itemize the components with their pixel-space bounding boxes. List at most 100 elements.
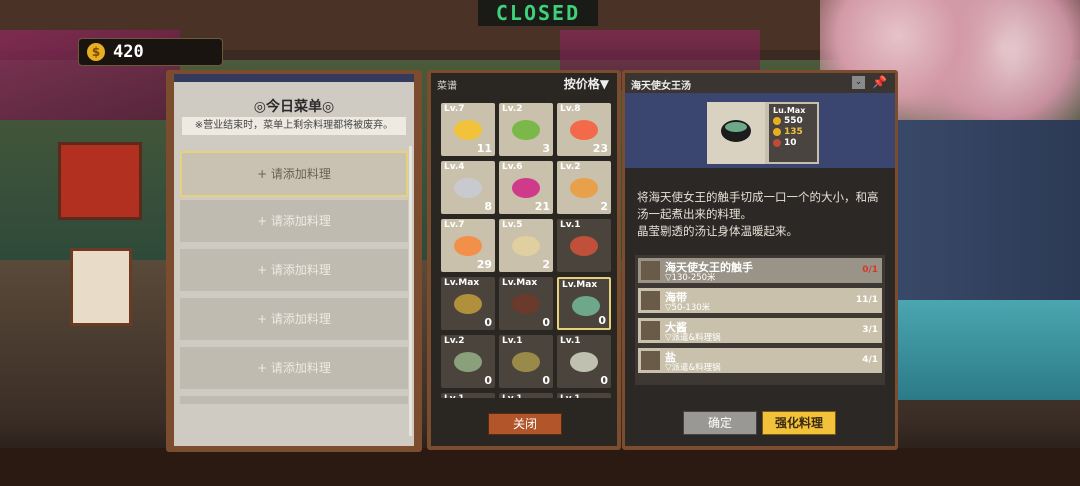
recipe-count: 29 bbox=[476, 258, 492, 271]
ingredient-list: 海天使女王的触手 ▽130-250米 0/1 海带 ▽50-130米 11/1 大酱 ▽派遣&… bbox=[635, 255, 885, 385]
appeal-icon bbox=[773, 128, 781, 136]
recipe-card[interactable]: Lv.1 0 bbox=[499, 335, 553, 388]
recipe-count: 3 bbox=[542, 142, 550, 155]
recipe-level: Lv.7 bbox=[444, 104, 465, 114]
pin-icon[interactable]: 📌 bbox=[872, 75, 887, 89]
dish-icon bbox=[512, 294, 540, 314]
closed-sign: CLOSED bbox=[478, 0, 598, 26]
price-row: 550 bbox=[773, 116, 817, 126]
recipe-count: 0 bbox=[484, 316, 492, 329]
recipe-level: Lv.1 bbox=[502, 336, 523, 346]
recipe-level: Lv.Max bbox=[502, 278, 538, 288]
recipe-card[interactable]: Lv.Max 0 bbox=[441, 277, 495, 330]
recipe-level: Lv.6 bbox=[502, 162, 523, 172]
dish-title: 海天使女王汤 bbox=[631, 81, 691, 92]
ingredient-icon bbox=[641, 351, 660, 370]
dish-icon bbox=[570, 120, 598, 140]
confirm-button[interactable]: 确定 bbox=[683, 411, 757, 435]
dish-icon bbox=[512, 178, 540, 198]
recipe-panel-body: 菜谱 按价格▼ Lv.7 11 Lv.2 3 Lv.8 23 Lv.4 8 Lv.6 21 Lv.2… bbox=[431, 73, 617, 446]
dish-level: Lu.Max bbox=[773, 106, 806, 115]
dish-icon bbox=[570, 236, 598, 256]
recipe-level: Lv.1 bbox=[560, 336, 581, 346]
recipe-level: Lv.7 bbox=[444, 220, 465, 230]
menu-slot[interactable]: + 请添加料理 bbox=[180, 298, 408, 340]
recipe-count: 0 bbox=[484, 374, 492, 387]
menu-slot-partial bbox=[180, 396, 408, 404]
menu-top-bar bbox=[174, 74, 414, 82]
recipe-level: Lv.4 bbox=[444, 162, 465, 172]
recipe-count: 0 bbox=[598, 314, 606, 327]
recipe-count: 23 bbox=[592, 142, 608, 155]
recipe-count: 2 bbox=[600, 200, 608, 213]
recipe-level: Lv.2 bbox=[560, 162, 581, 172]
recipe-card[interactable]: Lv.2 0 bbox=[441, 335, 495, 388]
recipe-level: Lv.Max bbox=[444, 278, 480, 288]
recipe-detail-panel: 海天使女王汤 ⌄ 📌 Lu.Max 550 135 10 将海天使女王的触手切成… bbox=[622, 70, 898, 450]
recipe-header: 菜谱 按价格▼ bbox=[431, 73, 617, 95]
sort-dropdown[interactable]: 按价格▼ bbox=[564, 75, 609, 92]
collapse-icon[interactable]: ⌄ bbox=[852, 76, 865, 89]
dish-icon bbox=[454, 236, 482, 256]
octopus-sign bbox=[70, 248, 132, 326]
recipe-count: 2 bbox=[542, 258, 550, 271]
dish-icon bbox=[512, 352, 540, 372]
recipe-card[interactable]: Lv.4 8 bbox=[441, 161, 495, 214]
menu-slot[interactable]: + 请添加料理 bbox=[180, 200, 408, 242]
recipe-card[interactable]: Lv.1 0 bbox=[557, 335, 611, 388]
dish-icon bbox=[454, 294, 482, 314]
aquarium bbox=[895, 300, 1080, 400]
enhance-button[interactable]: 强化料理 bbox=[762, 411, 836, 435]
back-wall bbox=[880, 120, 1080, 320]
recipe-card[interactable]: Lv.Max 0 bbox=[557, 277, 611, 330]
appeal-row: 135 bbox=[773, 127, 817, 137]
recipe-level: Lv.8 bbox=[560, 104, 581, 114]
dish-icon bbox=[512, 236, 540, 256]
recipe-card[interactable]: Lv.2 3 bbox=[499, 103, 553, 156]
recipe-card[interactable]: Lv.7 11 bbox=[441, 103, 495, 156]
recipe-level: Lv.2 bbox=[444, 336, 465, 346]
recipe-header-label: 菜谱 bbox=[437, 81, 457, 92]
recipe-count: 8 bbox=[484, 200, 492, 213]
recipe-card[interactable]: Lv.5 2 bbox=[499, 219, 553, 272]
recipe-card[interactable]: Lv.6 21 bbox=[499, 161, 553, 214]
recipe-card[interactable]: Lv.8 23 bbox=[557, 103, 611, 156]
ingredient-row[interactable]: 海天使女王的触手 ▽130-250米 0/1 bbox=[638, 258, 882, 283]
recipe-card[interactable]: Lv.7 29 bbox=[441, 219, 495, 272]
coin-amount: 420 bbox=[113, 42, 144, 62]
soup-icon bbox=[725, 122, 747, 132]
close-button[interactable]: 关闭 bbox=[488, 413, 562, 435]
coin-icon bbox=[773, 117, 781, 125]
ingredient-quantity: 3/1 bbox=[862, 325, 878, 335]
dish-icon bbox=[454, 352, 482, 372]
ingredient-row[interactable]: 海带 ▽50-130米 11/1 bbox=[638, 288, 882, 313]
ingredient-row[interactable]: 大酱 ▽派遣&料理锅 3/1 bbox=[638, 318, 882, 343]
dish-icon bbox=[454, 120, 482, 140]
recipe-count: 0 bbox=[542, 316, 550, 329]
dish-description: 将海天使女王的触手切成一口一个的大小，和高 汤一起煮出来的料理。 晶莹剔透的汤让… bbox=[637, 189, 887, 240]
coin-icon: $ bbox=[87, 43, 105, 61]
coin-counter: $ 420 bbox=[78, 38, 223, 66]
dish-image bbox=[707, 102, 765, 164]
dish-icon bbox=[572, 296, 600, 316]
recipe-card[interactable]: Lv.2 2 bbox=[557, 161, 611, 214]
recipe-card[interactable]: Lv.1 bbox=[557, 219, 611, 272]
menu-scrollbar[interactable] bbox=[409, 146, 412, 436]
ingredient-quantity: 4/1 bbox=[862, 355, 878, 365]
detail-body: 海天使女王汤 ⌄ 📌 Lu.Max 550 135 10 将海天使女王的触手切成… bbox=[625, 73, 895, 446]
recipe-card[interactable]: Lv.1 bbox=[441, 393, 495, 398]
recipe-count: 21 bbox=[534, 200, 550, 213]
description-line: 晶莹剔透的汤让身体温暖起来。 bbox=[637, 224, 798, 238]
menu-slot[interactable]: + 请添加料理 bbox=[180, 347, 408, 389]
sort-label: 按价格 bbox=[563, 77, 600, 91]
ingredient-quantity: 0/1 bbox=[862, 265, 878, 275]
triangle-down-icon: ▼ bbox=[599, 77, 609, 91]
appeal-value: 135 bbox=[784, 127, 803, 137]
recipe-card[interactable]: Lv.1 bbox=[499, 393, 553, 398]
recipe-level: Lv.Max bbox=[562, 280, 598, 290]
menu-slot[interactable]: + 请添加料理 bbox=[180, 151, 408, 197]
recipe-card[interactable]: Lv.1 bbox=[557, 393, 611, 398]
recipe-card[interactable]: Lv.Max 0 bbox=[499, 277, 553, 330]
ingredient-row[interactable]: 盐 ▽派遣&料理锅 4/1 bbox=[638, 348, 882, 373]
menu-slot[interactable]: + 请添加料理 bbox=[180, 249, 408, 291]
